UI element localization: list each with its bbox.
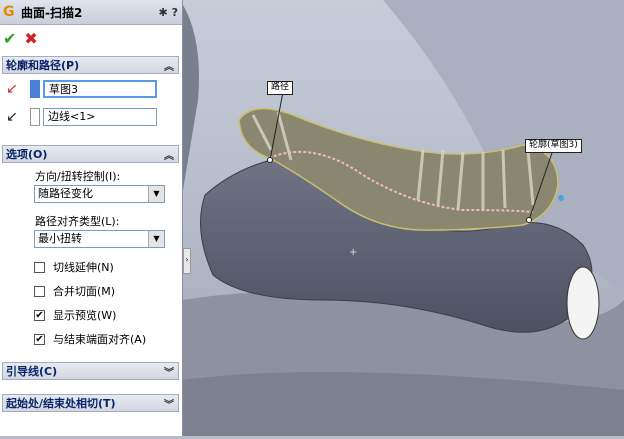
checkbox-unchecked[interactable]	[34, 261, 45, 273]
align-end-faces-checkbox[interactable]: ✔ 与结束端面对齐(A)	[34, 331, 146, 347]
expand-down-icon[interactable]: ︾	[164, 396, 174, 411]
collapse-up-icon[interactable]: ︽	[164, 147, 174, 162]
path-select-icon: ↙	[6, 109, 18, 125]
sweep-surface-icon: G	[3, 4, 15, 20]
group-header-profile-path[interactable]: 轮廓和路径(P) ︽	[2, 56, 179, 74]
orientation-select[interactable]: 随路径变化 ▼	[34, 185, 165, 203]
expand-down-icon[interactable]: ︾	[164, 364, 174, 379]
tangent-extend-checkbox[interactable]: 切线延伸(N)	[34, 259, 114, 275]
chevron-down-icon[interactable]: ▼	[148, 186, 164, 202]
ok-button[interactable]: ✔	[3, 29, 16, 48]
help-button[interactable]: ✱ ?	[159, 6, 178, 19]
panel-title: 曲面-扫描2	[21, 5, 83, 20]
alignment-select[interactable]: 最小扭转 ▼	[34, 230, 165, 248]
path-label-tag: 路径	[267, 81, 294, 95]
profile-label-tag: 轮廓(草图3)	[525, 139, 582, 153]
profile-row: ↙ 草图3	[2, 79, 179, 99]
property-manager: G 曲面-扫描2 ✱ ? ✔ ✖ 轮廓和路径(P) ︽ ↙ 草图3 ↙ 边线<1…	[0, 0, 183, 436]
path-row: ↙ 边线<1>	[2, 107, 179, 127]
checkbox-checked[interactable]: ✔	[34, 309, 45, 321]
action-bar: ✔ ✖	[0, 25, 182, 51]
path-field[interactable]: 边线<1>	[43, 108, 157, 126]
alignment-label: 路径对齐类型(L):	[35, 215, 120, 228]
collapse-up-icon[interactable]: ︽	[164, 58, 174, 73]
path-color-swatch	[30, 108, 40, 126]
profile-select-icon: ↙	[6, 81, 18, 97]
model-view: +	[183, 0, 624, 436]
graphics-viewport[interactable]: + 路径 轮廓(草图3) ›	[183, 0, 624, 436]
end-face	[566, 266, 600, 340]
checkbox-checked[interactable]: ✔	[34, 333, 45, 345]
pushpin-icon[interactable]: ✱	[159, 6, 168, 19]
panel-titlebar: G 曲面-扫描2 ✱ ?	[0, 0, 182, 25]
show-preview-checkbox[interactable]: ✔ 显示预览(W)	[34, 307, 116, 323]
profile-field[interactable]: 草图3	[43, 80, 157, 98]
cancel-button[interactable]: ✖	[24, 29, 37, 48]
merge-faces-checkbox[interactable]: 合并切面(M)	[34, 283, 115, 299]
group-header-guide-curves[interactable]: 引导线(C) ︾	[2, 362, 179, 380]
group-header-options[interactable]: 选项(O) ︽	[2, 145, 179, 163]
chevron-down-icon[interactable]: ▼	[148, 231, 164, 247]
orientation-label: 方向/扭转控制(I):	[35, 170, 121, 183]
panel-collapse-handle[interactable]: ›	[183, 248, 191, 274]
svg-text:+: +	[349, 247, 357, 258]
checkbox-unchecked[interactable]	[34, 285, 45, 297]
group-header-tangency[interactable]: 起始处/结束处相切(T) ︾	[2, 394, 179, 412]
profile-color-swatch	[30, 80, 40, 98]
